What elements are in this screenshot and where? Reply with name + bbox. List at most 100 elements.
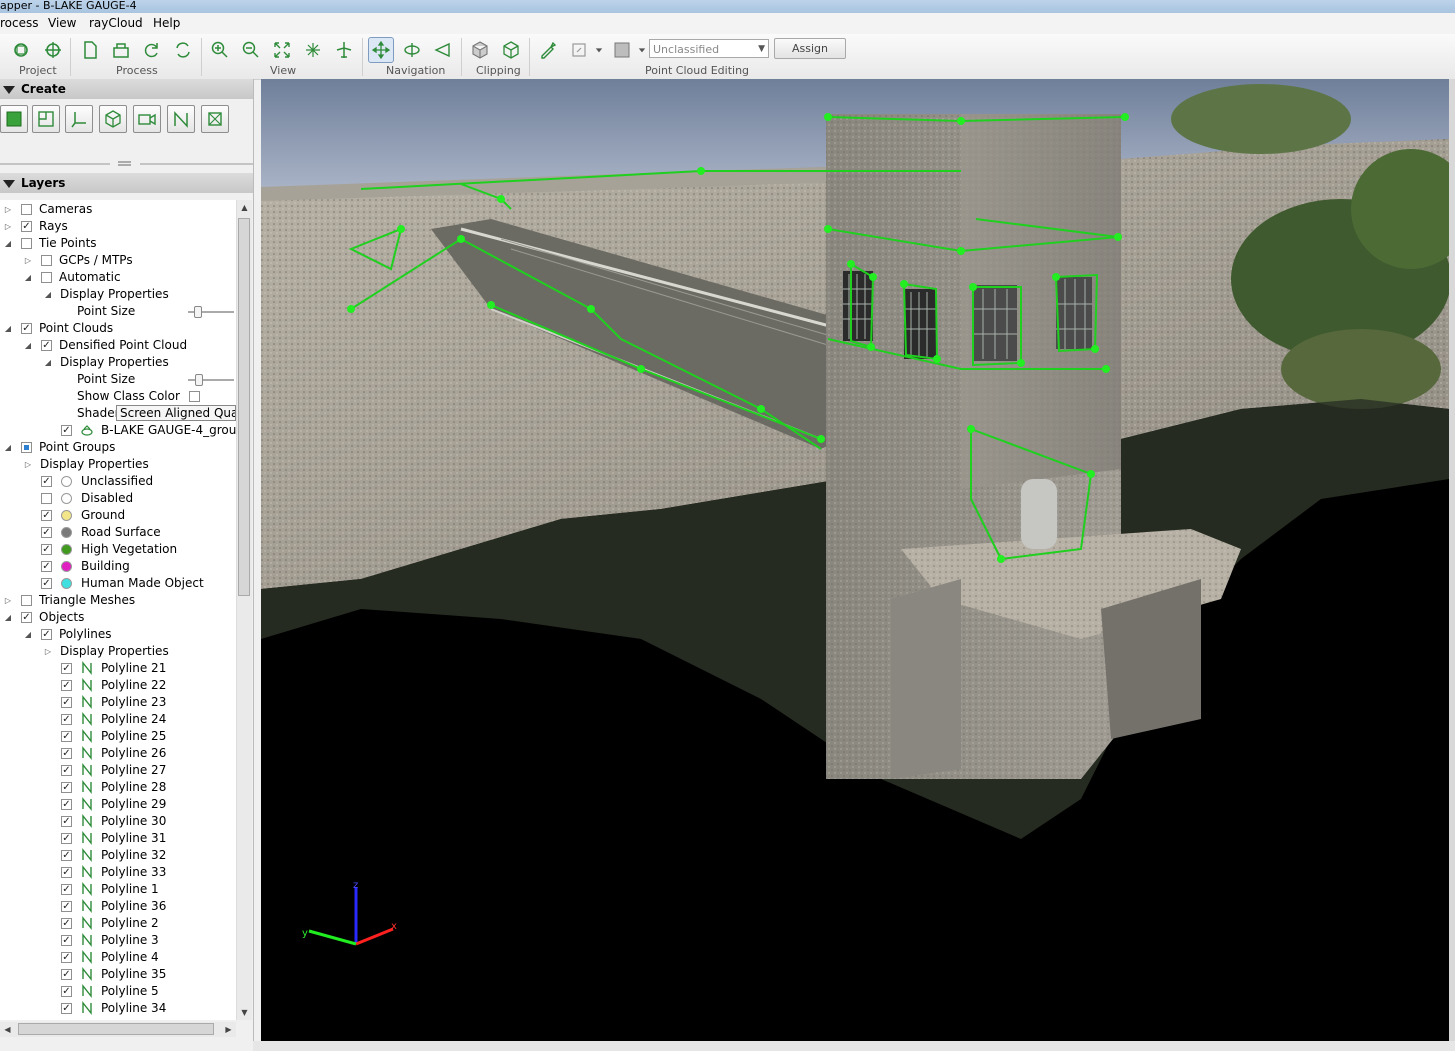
checkbox[interactable]: ✓ — [61, 918, 72, 929]
checkbox[interactable]: ✓ — [61, 901, 72, 912]
polyline-item[interactable]: ✓ Polyline 22 — [0, 677, 236, 694]
create-polyline-button[interactable] — [167, 105, 195, 133]
checkbox[interactable]: ✓ — [61, 731, 72, 742]
expand-icon[interactable]: ▷ — [43, 643, 53, 660]
expand-icon[interactable]: ▷ — [3, 592, 13, 609]
checkbox[interactable]: ✓ — [41, 578, 52, 589]
collapse-icon[interactable]: ◢ — [23, 269, 33, 286]
collapse-icon[interactable]: ◢ — [43, 354, 53, 371]
collapse-icon[interactable]: ◢ — [3, 320, 13, 337]
orbit-navigation-button[interactable] — [399, 37, 425, 63]
scroll-up-icon[interactable]: ▲ — [237, 200, 252, 215]
tree-item-display-properties[interactable]: ▷ Display Properties — [0, 456, 236, 473]
checkbox[interactable]: ✓ — [61, 782, 72, 793]
rematch-button[interactable] — [170, 37, 196, 63]
checkbox[interactable]: ✓ — [61, 1003, 72, 1014]
checkbox[interactable]: ✓ — [41, 629, 52, 640]
class-select[interactable]: Unclassified ▼ — [649, 39, 769, 58]
checkbox[interactable] — [21, 442, 32, 453]
polyline-item[interactable]: ✓ Polyline 32 — [0, 847, 236, 864]
tree-item-cameras[interactable]: ▷ Cameras — [0, 201, 236, 218]
create-section-header[interactable]: Create — [0, 79, 253, 99]
checkbox[interactable]: ✓ — [61, 850, 72, 861]
create-rectangle-button[interactable] — [0, 105, 28, 133]
layers-section-header[interactable]: Layers — [0, 173, 253, 193]
class-item[interactable]: ✓ Unclassified — [0, 473, 236, 490]
tree-item-group1[interactable]: ✓ B-LAKE GAUGE-4_group1 — [0, 422, 236, 439]
collapse-icon[interactable]: ◢ — [3, 235, 13, 252]
slider-handle[interactable] — [194, 306, 202, 318]
first-person-navigation-button[interactable] — [430, 37, 456, 63]
panel-splitter[interactable] — [0, 158, 253, 168]
zoom-in-button[interactable] — [207, 37, 233, 63]
checkbox[interactable]: ✓ — [61, 799, 72, 810]
create-volume-button[interactable] — [99, 105, 127, 133]
layers-horizontal-scrollbar[interactable]: ◀ ▶ — [0, 1022, 236, 1037]
checkbox[interactable]: ✓ — [61, 969, 72, 980]
checkbox[interactable]: ✓ — [61, 663, 72, 674]
class-item[interactable]: ✓ Human Made Object — [0, 575, 236, 592]
gcp-manager-button[interactable] — [40, 37, 66, 63]
edit-clipping-box-button[interactable] — [498, 37, 524, 63]
checkbox[interactable]: ✓ — [41, 527, 52, 538]
checkbox[interactable]: ✓ — [61, 697, 72, 708]
checkbox[interactable]: ✓ — [61, 680, 72, 691]
process-options-button[interactable] — [77, 37, 103, 63]
class-item[interactable]: ✓ High Vegetation — [0, 541, 236, 558]
polyline-item[interactable]: ✓ Polyline 28 — [0, 779, 236, 796]
polyline-item[interactable]: ✓ Polyline 34 — [0, 1000, 236, 1017]
polyline-item[interactable]: ✓ Polyline 26 — [0, 745, 236, 762]
polyline-item[interactable]: ✓ Polyline 35 — [0, 966, 236, 983]
reoptimize-button[interactable] — [139, 37, 165, 63]
tree-item-polylines[interactable]: ◢ ✓ Polylines — [0, 626, 236, 643]
tree-item-point-groups[interactable]: ◢ Point Groups — [0, 439, 236, 456]
collapse-icon[interactable]: ◢ — [23, 626, 33, 643]
checkbox[interactable]: ✓ — [41, 510, 52, 521]
selection-mode-dropdown[interactable] — [592, 37, 606, 63]
tree-item-gcps[interactable]: ▷ GCPs / MTPs — [0, 252, 236, 269]
selection-mode-button[interactable] — [566, 37, 592, 63]
tree-item-objects[interactable]: ◢ ✓ Objects — [0, 609, 236, 626]
checkbox[interactable]: ✓ — [21, 221, 32, 232]
checkbox[interactable]: ✓ — [61, 986, 72, 997]
project-properties-button[interactable] — [8, 37, 34, 63]
polyline-item[interactable]: ✓ Polyline 5 — [0, 983, 236, 1000]
checkbox[interactable] — [21, 204, 32, 215]
zoom-extent-button[interactable] — [269, 37, 295, 63]
layers-vertical-scrollbar[interactable]: ▲ ▼ — [236, 200, 252, 1020]
rayCloud-3d-viewport[interactable]: z x y — [261, 79, 1449, 1041]
class-item[interactable]: ✓ Building — [0, 558, 236, 575]
polyline-item[interactable]: ✓ Polyline 23 — [0, 694, 236, 711]
zoom-selection-button[interactable] — [300, 37, 326, 63]
expand-icon[interactable]: ▷ — [3, 201, 13, 218]
clipping-box-button[interactable] — [467, 37, 493, 63]
checkbox[interactable]: ✓ — [61, 952, 72, 963]
trackball-navigation-button[interactable] — [368, 37, 394, 63]
checkbox[interactable] — [21, 238, 32, 249]
tree-item-display-properties[interactable]: ▷ Display Properties — [0, 643, 236, 660]
create-axis-button[interactable] — [65, 105, 93, 133]
collapse-icon[interactable]: ◢ — [23, 337, 33, 354]
tree-item-tie-points[interactable]: ◢ Tie Points — [0, 235, 236, 252]
checkbox[interactable]: ✓ — [61, 935, 72, 946]
menu-process[interactable]: rocess — [0, 16, 39, 30]
tree-item-automatic[interactable]: ◢ Automatic — [0, 269, 236, 286]
class-item[interactable]: Disabled — [0, 490, 236, 507]
polyline-item[interactable]: ✓ Polyline 4 — [0, 949, 236, 966]
polyline-item[interactable]: ✓ Polyline 24 — [0, 711, 236, 728]
polyline-item[interactable]: ✓ Polyline 33 — [0, 864, 236, 881]
scroll-left-icon[interactable]: ◀ — [0, 1022, 15, 1037]
polyline-item[interactable]: ✓ Polyline 21 — [0, 660, 236, 677]
collapse-icon[interactable]: ◢ — [43, 286, 53, 303]
show-class-color-checkbox[interactable] — [189, 391, 200, 402]
shader-select[interactable]: Screen Aligned Quads — [116, 405, 236, 421]
polyline-item[interactable]: ✓ Polyline 1 — [0, 881, 236, 898]
tree-item-densified-point-cloud[interactable]: ◢ ✓ Densified Point Cloud — [0, 337, 236, 354]
collapse-icon[interactable]: ◢ — [3, 609, 13, 626]
zoom-out-button[interactable] — [238, 37, 264, 63]
menu-raycloud[interactable]: rayCloud — [89, 16, 143, 30]
class-color-button[interactable] — [609, 37, 635, 63]
menu-help[interactable]: Help — [153, 16, 180, 30]
fly-mode-button[interactable] — [331, 37, 357, 63]
polyline-item[interactable]: ✓ Polyline 27 — [0, 762, 236, 779]
